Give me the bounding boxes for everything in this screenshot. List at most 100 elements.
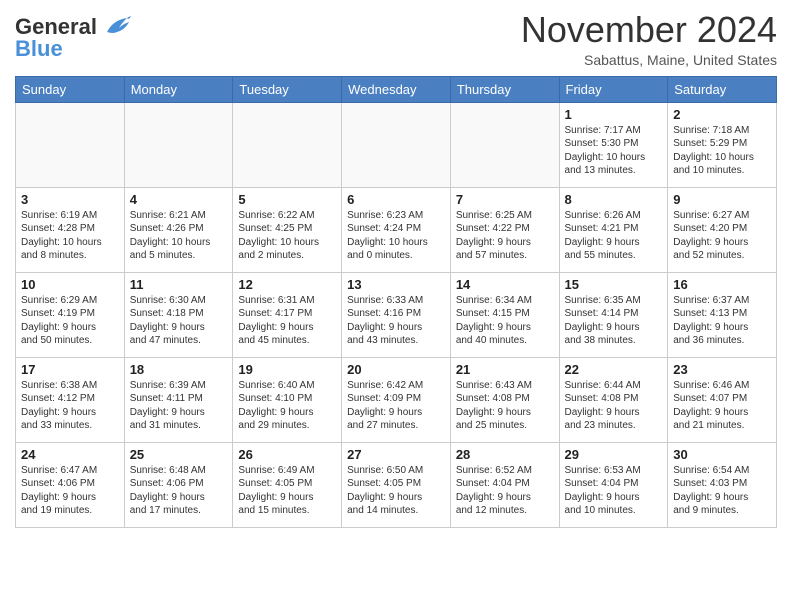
day-info: Sunrise: 6:39 AM Sunset: 4:11 PM Dayligh… — [130, 379, 228, 433]
calendar-day-cell — [342, 102, 451, 187]
day-number: 1 — [565, 107, 663, 122]
header: General Blue November 2024 Sabattus, Mai… — [15, 10, 777, 68]
day-number: 4 — [130, 192, 228, 207]
header-friday: Friday — [559, 76, 668, 102]
calendar-day-cell: 26 Sunrise: 6:49 AM Sunset: 4:05 PM Dayli… — [233, 442, 342, 527]
calendar-day-cell — [16, 102, 125, 187]
calendar-day-cell: 28 Sunrise: 6:52 AM Sunset: 4:04 PM Dayli… — [450, 442, 559, 527]
day-number: 6 — [347, 192, 445, 207]
day-number: 8 — [565, 192, 663, 207]
day-number: 11 — [130, 277, 228, 292]
day-info: Sunrise: 6:50 AM Sunset: 4:05 PM Dayligh… — [347, 464, 445, 518]
day-info: Sunrise: 7:17 AM Sunset: 5:30 PM Dayligh… — [565, 124, 663, 178]
calendar-day-cell: 8Sunrise: 6:26 AM Sunset: 4:21 PM Daylig… — [559, 187, 668, 272]
calendar-day-cell: 14Sunrise: 6:34 AM Sunset: 4:15 PM Dayli… — [450, 272, 559, 357]
calendar-day-cell — [233, 102, 342, 187]
calendar-day-cell: 11 Sunrise: 6:30 AM Sunset: 4:18 PM Dayli… — [124, 272, 233, 357]
day-number: 20 — [347, 362, 445, 377]
day-info: Sunrise: 6:31 AM Sunset: 4:17 PM Dayligh… — [238, 294, 336, 348]
day-info: Sunrise: 6:27 AM Sunset: 4:20 PM Dayligh… — [673, 209, 771, 263]
day-info: Sunrise: 6:42 AM Sunset: 4:09 PM Dayligh… — [347, 379, 445, 433]
calendar-week-row: 10 Sunrise: 6:29 AM Sunset: 4:19 PM Dayli… — [16, 272, 777, 357]
day-number: 16 — [673, 277, 771, 292]
calendar-day-cell — [450, 102, 559, 187]
day-number: 24 — [21, 447, 119, 462]
calendar-day-cell: 22Sunrise: 6:44 AM Sunset: 4:08 PM Dayli… — [559, 357, 668, 442]
day-info: Sunrise: 6:35 AM Sunset: 4:14 PM Dayligh… — [565, 294, 663, 348]
day-number: 18 — [130, 362, 228, 377]
day-info: Sunrise: 6:37 AM Sunset: 4:13 PM Dayligh… — [673, 294, 771, 348]
calendar-day-cell: 2Sunrise: 7:18 AM Sunset: 5:29 PM Daylig… — [668, 102, 777, 187]
logo-blue-text: Blue — [15, 36, 63, 62]
calendar-week-row: 3 Sunrise: 6:19 AM Sunset: 4:28 PM Daylig… — [16, 187, 777, 272]
calendar-day-cell: 18 Sunrise: 6:39 AM Sunset: 4:11 PM Dayli… — [124, 357, 233, 442]
day-number: 3 — [21, 192, 119, 207]
calendar-day-cell: 1 Sunrise: 7:17 AM Sunset: 5:30 PM Daylig… — [559, 102, 668, 187]
calendar-day-cell: 4 Sunrise: 6:21 AM Sunset: 4:26 PM Daylig… — [124, 187, 233, 272]
calendar-day-cell: 30 Sunrise: 6:54 AM Sunset: 4:03 PM Dayli… — [668, 442, 777, 527]
calendar-day-cell: 25Sunrise: 6:48 AM Sunset: 4:06 PM Dayli… — [124, 442, 233, 527]
day-number: 30 — [673, 447, 771, 462]
calendar-day-cell: 6 Sunrise: 6:23 AM Sunset: 4:24 PM Daylig… — [342, 187, 451, 272]
day-info: Sunrise: 6:54 AM Sunset: 4:03 PM Dayligh… — [673, 464, 771, 518]
day-number: 15 — [565, 277, 663, 292]
day-number: 17 — [21, 362, 119, 377]
day-number: 13 — [347, 277, 445, 292]
calendar-header-row: Sunday Monday Tuesday Wednesday Thursday… — [16, 76, 777, 102]
day-info: Sunrise: 6:40 AM Sunset: 4:10 PM Dayligh… — [238, 379, 336, 433]
day-info: Sunrise: 6:29 AM Sunset: 4:19 PM Dayligh… — [21, 294, 119, 348]
calendar-day-cell: 7Sunrise: 6:25 AM Sunset: 4:22 PM Daylig… — [450, 187, 559, 272]
title-area: November 2024 Sabattus, Maine, United St… — [521, 10, 777, 68]
day-number: 21 — [456, 362, 554, 377]
header-tuesday: Tuesday — [233, 76, 342, 102]
calendar-table: Sunday Monday Tuesday Wednesday Thursday… — [15, 76, 777, 528]
day-info: Sunrise: 6:21 AM Sunset: 4:26 PM Dayligh… — [130, 209, 228, 263]
day-info: Sunrise: 6:47 AM Sunset: 4:06 PM Dayligh… — [21, 464, 119, 518]
day-info: Sunrise: 7:18 AM Sunset: 5:29 PM Dayligh… — [673, 124, 771, 178]
day-number: 9 — [673, 192, 771, 207]
calendar-day-cell: 5Sunrise: 6:22 AM Sunset: 4:25 PM Daylig… — [233, 187, 342, 272]
logo-bird-icon — [99, 16, 131, 38]
day-info: Sunrise: 6:52 AM Sunset: 4:04 PM Dayligh… — [456, 464, 554, 518]
day-info: Sunrise: 6:53 AM Sunset: 4:04 PM Dayligh… — [565, 464, 663, 518]
day-info: Sunrise: 6:23 AM Sunset: 4:24 PM Dayligh… — [347, 209, 445, 263]
header-saturday: Saturday — [668, 76, 777, 102]
day-number: 23 — [673, 362, 771, 377]
calendar-day-cell — [124, 102, 233, 187]
day-info: Sunrise: 6:34 AM Sunset: 4:15 PM Dayligh… — [456, 294, 554, 348]
day-number: 10 — [21, 277, 119, 292]
calendar-week-row: 24 Sunrise: 6:47 AM Sunset: 4:06 PM Dayli… — [16, 442, 777, 527]
calendar-day-cell: 9 Sunrise: 6:27 AM Sunset: 4:20 PM Daylig… — [668, 187, 777, 272]
day-info: Sunrise: 6:43 AM Sunset: 4:08 PM Dayligh… — [456, 379, 554, 433]
day-number: 28 — [456, 447, 554, 462]
day-info: Sunrise: 6:46 AM Sunset: 4:07 PM Dayligh… — [673, 379, 771, 433]
day-number: 29 — [565, 447, 663, 462]
calendar-week-row: 1 Sunrise: 7:17 AM Sunset: 5:30 PM Daylig… — [16, 102, 777, 187]
day-number: 25 — [130, 447, 228, 462]
day-info: Sunrise: 6:49 AM Sunset: 4:05 PM Dayligh… — [238, 464, 336, 518]
header-wednesday: Wednesday — [342, 76, 451, 102]
header-sunday: Sunday — [16, 76, 125, 102]
calendar-day-cell: 24 Sunrise: 6:47 AM Sunset: 4:06 PM Dayli… — [16, 442, 125, 527]
calendar-week-row: 17Sunrise: 6:38 AM Sunset: 4:12 PM Dayli… — [16, 357, 777, 442]
day-number: 26 — [238, 447, 336, 462]
location-subtitle: Sabattus, Maine, United States — [521, 52, 777, 68]
header-thursday: Thursday — [450, 76, 559, 102]
calendar-day-cell: 16 Sunrise: 6:37 AM Sunset: 4:13 PM Dayli… — [668, 272, 777, 357]
calendar-day-cell: 20 Sunrise: 6:42 AM Sunset: 4:09 PM Dayli… — [342, 357, 451, 442]
day-info: Sunrise: 6:33 AM Sunset: 4:16 PM Dayligh… — [347, 294, 445, 348]
day-number: 5 — [238, 192, 336, 207]
day-number: 27 — [347, 447, 445, 462]
day-info: Sunrise: 6:30 AM Sunset: 4:18 PM Dayligh… — [130, 294, 228, 348]
header-monday: Monday — [124, 76, 233, 102]
day-number: 19 — [238, 362, 336, 377]
calendar-day-cell: 10 Sunrise: 6:29 AM Sunset: 4:19 PM Dayli… — [16, 272, 125, 357]
logo: General Blue — [15, 10, 131, 62]
day-number: 22 — [565, 362, 663, 377]
day-info: Sunrise: 6:19 AM Sunset: 4:28 PM Dayligh… — [21, 209, 119, 263]
calendar-day-cell: 21 Sunrise: 6:43 AM Sunset: 4:08 PM Dayli… — [450, 357, 559, 442]
calendar-day-cell: 23 Sunrise: 6:46 AM Sunset: 4:07 PM Dayli… — [668, 357, 777, 442]
calendar-day-cell: 12Sunrise: 6:31 AM Sunset: 4:17 PM Dayli… — [233, 272, 342, 357]
calendar-day-cell: 17Sunrise: 6:38 AM Sunset: 4:12 PM Dayli… — [16, 357, 125, 442]
month-title: November 2024 — [521, 10, 777, 50]
